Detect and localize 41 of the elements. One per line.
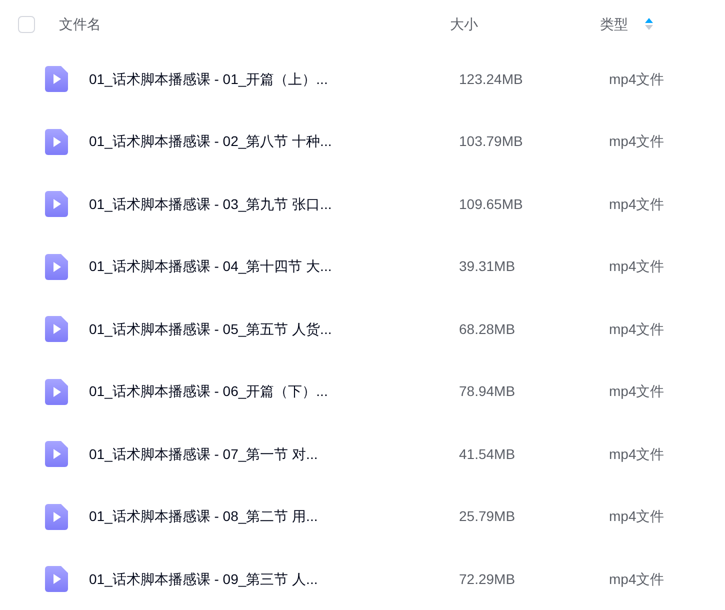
file-name[interactable]: 01_话术脚本播感课 - 05_第五节 人货... — [89, 318, 449, 340]
file-size: 41.54MB — [459, 444, 516, 464]
select-all-checkbox[interactable] — [18, 16, 35, 32]
file-name[interactable]: 01_话术脚本播感课 - 07_第一节 对... — [89, 444, 449, 465]
file-name[interactable]: 01_话术脚本播感课 - 08_第二节 用... — [89, 506, 449, 528]
file-size: 39.31MB — [459, 257, 516, 276]
file-type: mp4文件 — [609, 507, 664, 526]
column-header[interactable]: 类型 — [600, 14, 628, 34]
file-size: 78.94MB — [459, 382, 516, 402]
video-file-icon — [45, 566, 68, 592]
video-file-icon — [45, 316, 68, 342]
file-size: 72.29MB — [459, 570, 516, 589]
video-file-icon — [45, 128, 68, 155]
sort-icon[interactable] — [645, 18, 653, 30]
file-name[interactable]: 01_话术脚本播感课 - 09_第三节 人... — [89, 568, 449, 590]
video-file-icon — [45, 378, 68, 405]
file-type: mp4文件 — [609, 132, 664, 152]
file-type: mp4文件 — [609, 570, 664, 589]
file-type: mp4文件 — [609, 382, 664, 402]
file-size: 103.79MB — [459, 132, 524, 152]
file-name[interactable]: 01_话术脚本播感课 - 04_第十四节 大... — [89, 256, 449, 278]
column-header[interactable]: 文件名 — [59, 14, 101, 34]
video-file-icon — [45, 191, 68, 218]
file-name[interactable]: 01_话术脚本播感课 - 03_第九节 张口... — [89, 194, 449, 215]
video-file-icon — [45, 504, 68, 530]
file-name[interactable]: 01_话术脚本播感课 - 01_开篇（上）... — [89, 68, 449, 90]
file-name[interactable]: 01_话术脚本播感课 - 06_开篇（下）... — [89, 381, 449, 402]
video-file-icon — [45, 441, 68, 468]
file-size: 25.79MB — [459, 507, 516, 526]
column-header[interactable]: 大小 — [450, 14, 478, 34]
file-type: mp4文件 — [609, 444, 664, 464]
file-type: mp4文件 — [609, 320, 664, 339]
file-size: 68.28MB — [459, 320, 516, 339]
file-size: 109.65MB — [459, 194, 524, 214]
file-type: mp4文件 — [609, 257, 664, 276]
file-type: mp4文件 — [609, 194, 664, 214]
file-type: mp4文件 — [609, 70, 664, 89]
video-file-icon — [45, 66, 68, 92]
file-name[interactable]: 01_话术脚本播感课 - 02_第八节 十种... — [89, 131, 449, 152]
video-file-icon — [45, 254, 68, 280]
file-size: 123.24MB — [459, 70, 524, 89]
